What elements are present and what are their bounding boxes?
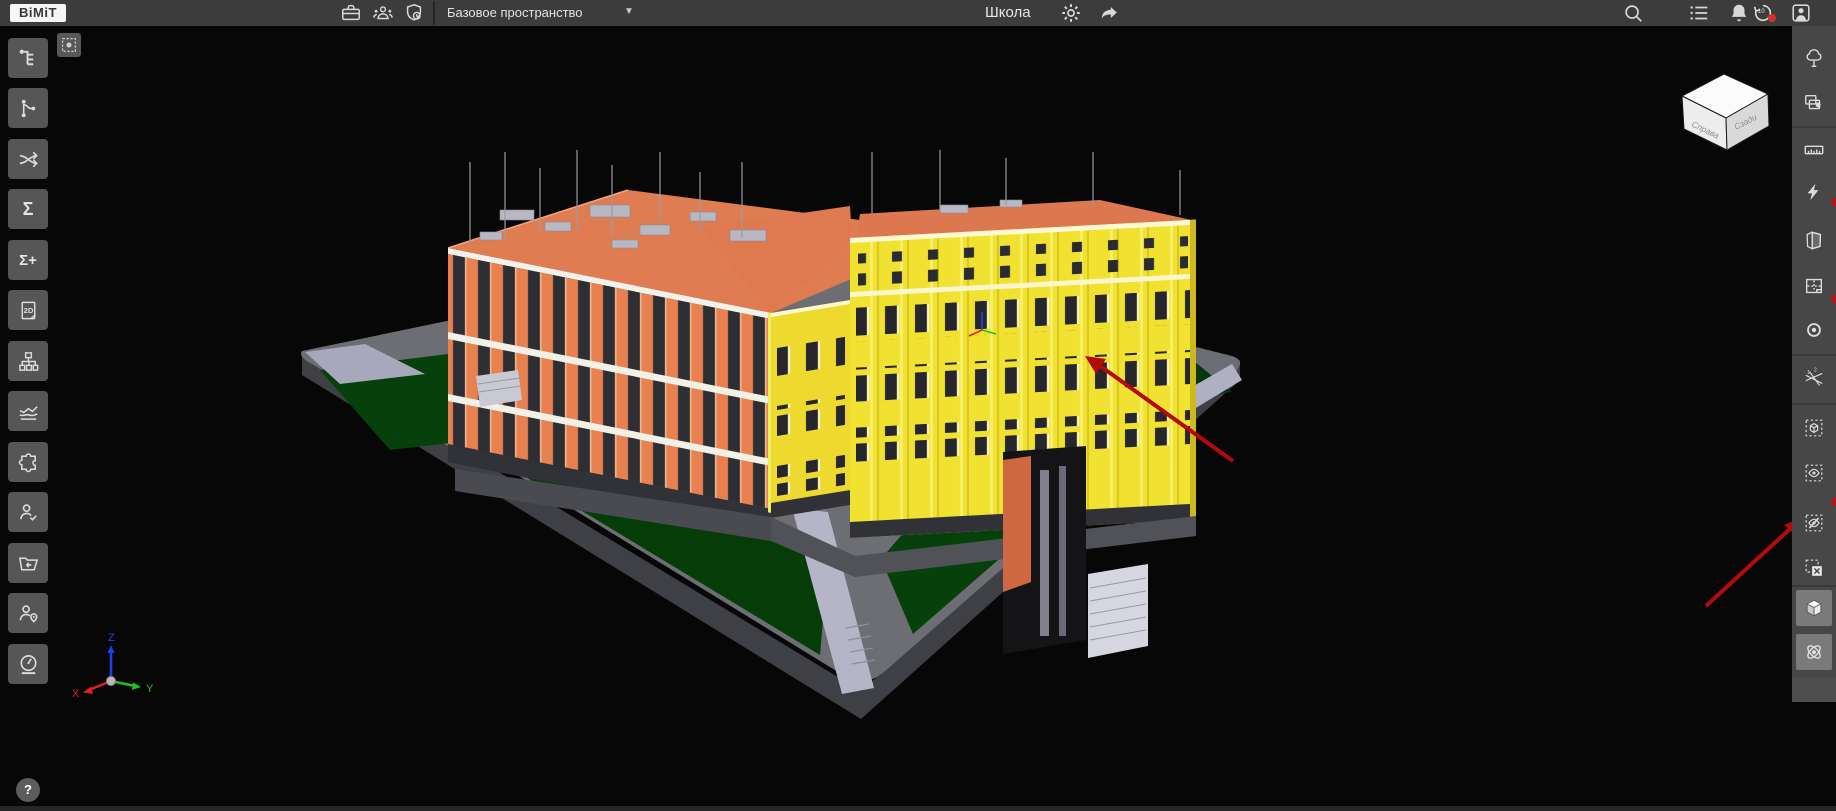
edge-marker <box>1832 295 1836 303</box>
axis-y-label: Y <box>146 683 154 695</box>
doc2d-label: 2D <box>23 305 33 314</box>
tool-selection-copy[interactable] <box>1796 85 1832 121</box>
passage-column <box>1040 470 1049 636</box>
share-icon[interactable] <box>1098 2 1120 24</box>
help-button[interactable]: ? <box>16 778 40 802</box>
bottom-bar <box>0 806 1836 811</box>
right-toolbar: 1 2 <box>1792 26 1836 702</box>
tool-dependency-nodes[interactable] <box>8 88 48 128</box>
toolbar-separator <box>1792 403 1836 405</box>
shield-user-icon[interactable] <box>403 2 425 24</box>
tool-show-eye[interactable] <box>1796 455 1832 491</box>
tool-environment-tree[interactable] <box>1796 40 1832 76</box>
gear-icon[interactable] <box>1060 2 1082 24</box>
tool-clear-selection-x[interactable] <box>1796 550 1832 586</box>
tool-clash-flash[interactable] <box>1796 174 1832 210</box>
list-icon[interactable] <box>1688 2 1710 24</box>
axes-grid-label-1: 1 <box>1807 370 1810 376</box>
tool-axes-grid[interactable]: 1 2 <box>1796 360 1832 396</box>
tool-connections-shuffle[interactable] <box>8 139 48 179</box>
toolbar-separator <box>1792 126 1836 128</box>
tool-sum-add[interactable]: Σ+ <box>8 240 48 280</box>
notification-badge <box>1768 14 1776 22</box>
tool-trend-charts[interactable] <box>8 391 48 431</box>
stairs-right <box>1088 564 1148 658</box>
tool-shared-folder[interactable] <box>8 543 48 583</box>
toolbar-separator <box>1792 585 1836 587</box>
tool-structure-chart[interactable] <box>8 341 48 381</box>
workspace-selector[interactable]: Базовое пространство <box>447 5 583 20</box>
tool-orbit[interactable] <box>1796 634 1832 670</box>
tool-model-cube[interactable] <box>1796 590 1832 626</box>
passage-column <box>1059 466 1066 636</box>
tool-focus-target[interactable] <box>1796 312 1832 348</box>
search-icon[interactable] <box>1622 2 1644 24</box>
tool-sum[interactable]: Σ <box>8 189 48 229</box>
tool-isolate-cube[interactable] <box>1796 410 1832 446</box>
tool-section-cube[interactable] <box>1796 222 1832 258</box>
briefcase-icon[interactable] <box>340 2 362 24</box>
viewport-3d-scene[interactable] <box>0 0 1836 811</box>
chevron-down-icon[interactable]: ▼ <box>624 6 634 17</box>
edge-marker <box>1832 498 1836 506</box>
axes-grid-label-2: 2 <box>1814 367 1817 373</box>
notifications-bell-icon[interactable] <box>1728 2 1750 24</box>
facade-link <box>771 300 851 518</box>
axis-z-label: Z <box>108 632 115 644</box>
project-title: Школа <box>985 4 1031 21</box>
tool-hide-eye-slash[interactable] <box>1796 505 1832 541</box>
edge-marker <box>1832 198 1836 206</box>
axis-triad: Z X Y <box>60 625 160 705</box>
history-count: 10 <box>1758 9 1765 15</box>
tool-drawings-2d[interactable]: 2D <box>8 290 48 330</box>
tool-user-location[interactable] <box>8 593 48 633</box>
top-bar: BiMiT Базовое пространство ▼ Школа <box>0 0 1836 26</box>
sigma-plus-label: Σ+ <box>19 252 37 269</box>
toolbar-separator <box>1792 354 1836 356</box>
tool-measure-ruler[interactable] <box>1796 132 1832 168</box>
frame-selection-button[interactable] <box>57 33 81 57</box>
tool-dashboard-gauge[interactable] <box>8 644 48 684</box>
toolbar-footer-panel <box>1792 678 1836 702</box>
tool-plugins-puzzle[interactable] <box>8 442 48 482</box>
team-icon[interactable] <box>372 2 394 24</box>
tool-user-check[interactable] <box>8 492 48 532</box>
sigma-label: Σ <box>23 199 34 220</box>
tool-model-tree[interactable] <box>8 38 48 78</box>
passage-inner-wall <box>1003 456 1031 592</box>
topbar-divider <box>433 1 435 25</box>
app-logo[interactable]: BiMiT <box>10 4 66 22</box>
tool-floorplan[interactable] <box>1796 268 1832 304</box>
navigation-cube[interactable]: Справа Сзади <box>1678 68 1778 156</box>
axis-x-label: X <box>72 688 80 700</box>
account-icon[interactable] <box>1790 2 1812 24</box>
